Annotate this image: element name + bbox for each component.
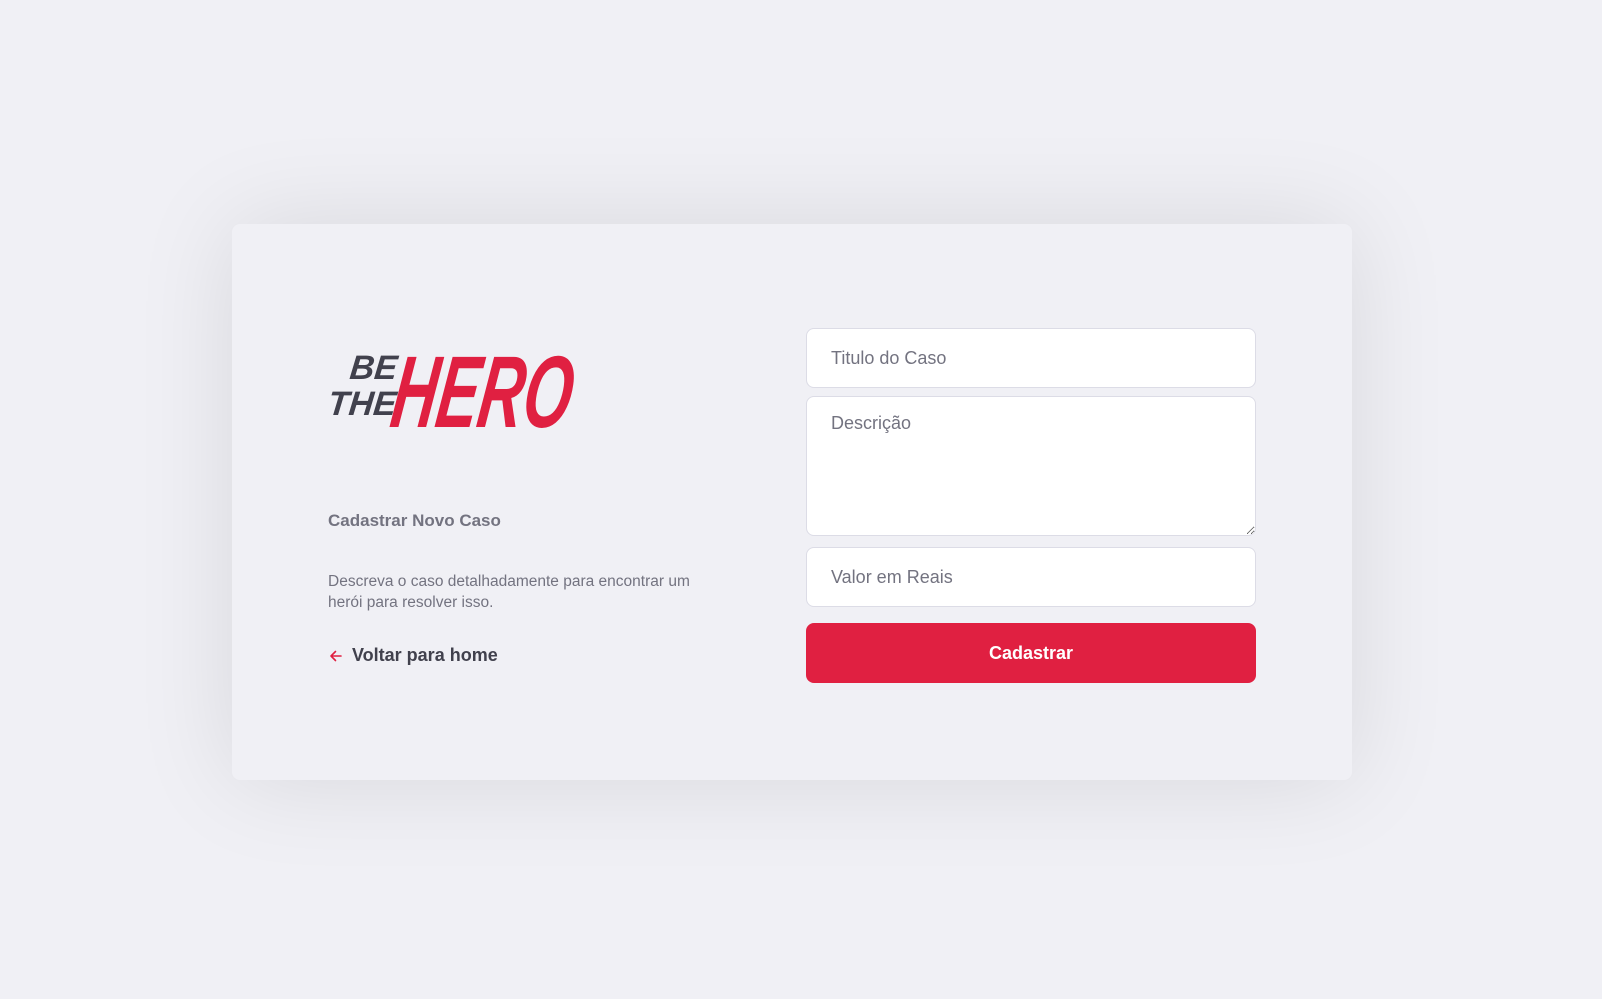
logo-be-text: BE xyxy=(348,349,400,387)
page-description: Descreva o caso detalhadamente para enco… xyxy=(328,573,690,611)
arrow-left-icon xyxy=(330,650,342,661)
new-case-form: Cadastrar xyxy=(806,328,1256,683)
be-the-hero-logo: BE THE HERO xyxy=(328,334,581,438)
register-case-card: BE THE HERO Cadastrar Novo Caso Descreva… xyxy=(232,224,1352,780)
logo-hero-text: HERO xyxy=(385,334,581,438)
back-home-label: Voltar para home xyxy=(352,645,498,665)
case-description-textarea[interactable] xyxy=(806,396,1256,536)
case-title-input[interactable] xyxy=(806,328,1256,388)
case-value-input[interactable] xyxy=(806,547,1256,607)
back-home-link[interactable]: Voltar para home xyxy=(328,645,708,666)
intro-section: BE THE HERO Cadastrar Novo Caso Descreva… xyxy=(328,330,708,666)
logo-the-text: THE xyxy=(328,385,399,423)
register-button[interactable]: Cadastrar xyxy=(806,623,1256,683)
page-title: Cadastrar Novo Caso xyxy=(328,511,501,530)
